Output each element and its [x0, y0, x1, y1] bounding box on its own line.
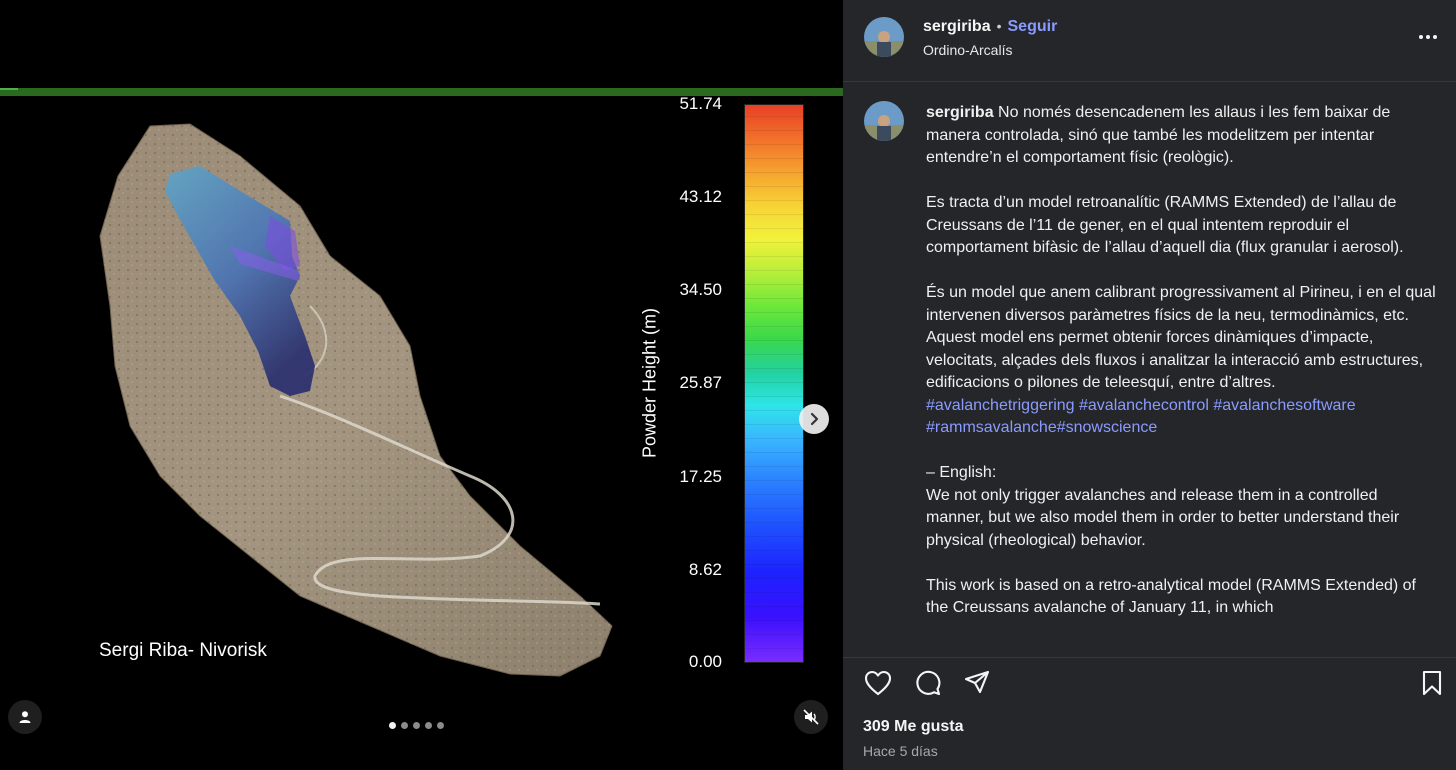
like-button[interactable]: [861, 666, 895, 700]
colorbar-tick-label: 34.50: [679, 280, 722, 299]
caption-paragraph: És un model que anem calibrant progressi…: [926, 282, 1436, 440]
avatar-photo: [864, 101, 904, 141]
colorbar-tick-label: 17.25: [679, 467, 722, 486]
post-header: sergiriba • Seguir Ordino-Arcalís: [843, 0, 1456, 82]
carousel-dot: [413, 722, 420, 729]
image-credit: Sergi Riba- Nivorisk: [99, 640, 267, 661]
share-button[interactable]: [960, 666, 994, 700]
bookmark-icon: [1422, 670, 1442, 696]
avatar-photo: [864, 17, 904, 57]
powder-height-colorbar: [744, 104, 804, 663]
user-icon: [19, 711, 31, 723]
post-actions-bar: [843, 657, 1456, 705]
post-side-panel: sergiriba • Seguir Ordino-Arcalís sergir…: [843, 0, 1456, 770]
post-timestamp[interactable]: Hace 5 días: [863, 743, 938, 759]
carousel-dot: [437, 722, 444, 729]
tagged-users-button[interactable]: [8, 700, 42, 734]
more-horizontal-icon: [1419, 35, 1437, 39]
carousel-dot: [389, 722, 396, 729]
post-media: Sergi Riba- Nivorisk Powder Height (m) 5…: [0, 0, 843, 770]
author-line: sergiriba • Seguir: [923, 18, 1057, 36]
caption-english-label: – English:: [926, 464, 997, 481]
caption-text: És un model que anem calibrant progressi…: [926, 284, 1436, 391]
colorbar-tick-label: 0.00: [688, 652, 722, 671]
post-caption: sergiriba No només desencadenem les alla…: [926, 102, 1436, 650]
heart-icon: [864, 670, 892, 696]
caption-paragraph: Es tracta d’un model retroanalític (RAMM…: [926, 194, 1404, 256]
author-avatar[interactable]: [864, 17, 904, 57]
comment-icon: [916, 670, 941, 696]
video-progress-fill: [0, 88, 18, 90]
mute-button[interactable]: [794, 700, 828, 734]
carousel-dot: [425, 722, 432, 729]
chevron-right-icon: [810, 412, 819, 426]
author-username[interactable]: sergiriba: [923, 18, 991, 36]
like-count[interactable]: 309 Me gusta: [863, 718, 963, 736]
caption-paragraph: This work is based on a retro-analytical…: [926, 576, 1416, 617]
colorbar-tick-label: 43.12: [679, 187, 722, 206]
muted-speaker-icon: [803, 709, 819, 725]
colorbar-tick-label: 51.74: [679, 94, 722, 113]
caption-username[interactable]: sergiriba: [926, 104, 994, 121]
avalanche-terrain-image: [99, 123, 613, 677]
hashtag-link[interactable]: #snowscience: [1057, 419, 1158, 436]
post-location[interactable]: Ordino-Arcalís: [923, 42, 1012, 58]
save-button[interactable]: [1415, 666, 1449, 700]
caption-paragraph: We not only trigger avalanches and relea…: [926, 486, 1400, 549]
caption-paragraph: sergiriba No només desencadenem les alla…: [926, 102, 1436, 170]
carousel-dot: [401, 722, 408, 729]
caption-text: No només desencadenem les allaus i les f…: [926, 104, 1391, 166]
hashtag-link[interactable]: #avalanchesoftware: [1213, 397, 1355, 414]
follow-button[interactable]: Seguir: [1008, 18, 1058, 36]
comment-button[interactable]: [911, 666, 945, 700]
next-slide-button[interactable]: [799, 404, 829, 434]
colorbar-tick-label: 25.87: [679, 373, 722, 392]
hashtag-link[interactable]: #avalanchecontrol: [1079, 397, 1209, 414]
hashtag-link[interactable]: #avalanchetriggering: [926, 397, 1075, 414]
send-icon: [964, 670, 990, 694]
more-options-button[interactable]: [1418, 27, 1438, 45]
caption-author-avatar[interactable]: [864, 101, 904, 141]
colorbar-tick-label: 8.62: [688, 560, 722, 579]
separator-dot: •: [996, 18, 1002, 34]
carousel-indicator: [389, 722, 444, 729]
hashtag-link[interactable]: #rammsavalanche: [926, 419, 1057, 436]
